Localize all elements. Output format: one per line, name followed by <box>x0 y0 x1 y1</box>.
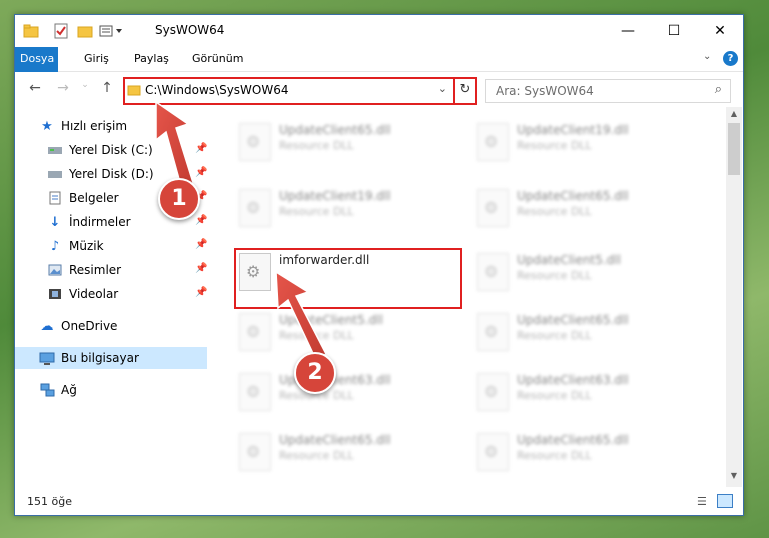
arrow-step-2 <box>275 270 327 362</box>
step-badge-2: 2 <box>294 352 336 394</box>
annotation-arrows <box>155 100 327 362</box>
arrow-step-1 <box>155 100 195 191</box>
step-badge-1: 1 <box>158 178 200 220</box>
